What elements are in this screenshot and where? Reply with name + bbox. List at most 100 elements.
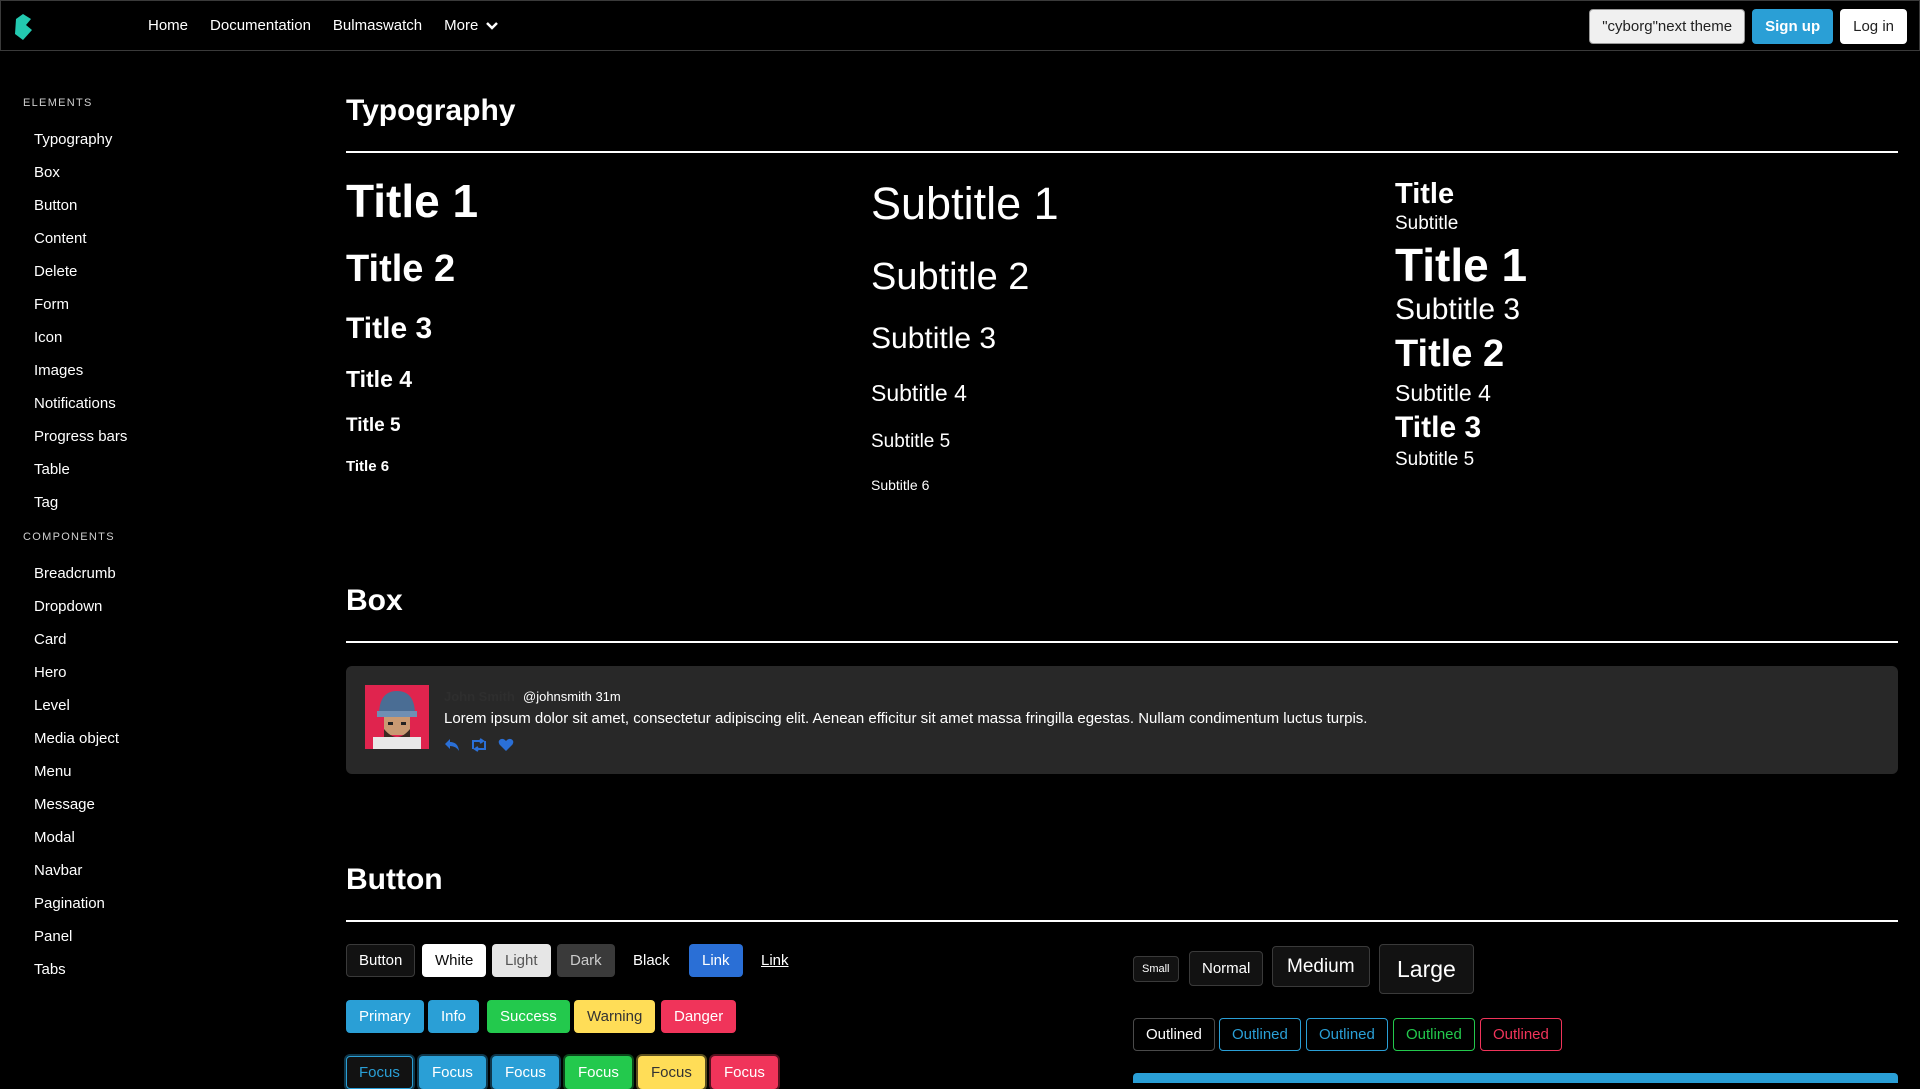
button-outlined-danger[interactable]: Outlined (1480, 1018, 1562, 1051)
section-title-box: Box (346, 584, 403, 617)
button-small[interactable]: Small (1133, 956, 1179, 982)
section-divider (346, 641, 1898, 643)
sidebar-item-notifications[interactable]: Notifications (34, 395, 116, 412)
subtitle-5: Subtitle 5 (871, 431, 951, 452)
nav-more-dropdown[interactable]: More (444, 17, 499, 34)
title-2: Title 2 (346, 248, 456, 290)
button-large[interactable]: Large (1379, 944, 1474, 994)
sidebar-item-modal[interactable]: Modal (34, 829, 75, 846)
button-focus-danger[interactable]: Focus (711, 1056, 778, 1089)
button-link-text[interactable]: Link (748, 944, 802, 977)
box-author-name[interactable]: John Smith (444, 689, 515, 704)
sidebar-item-card[interactable]: Card (34, 631, 67, 648)
nav-actions: "cyborg"next theme Sign up Log in (1589, 9, 1907, 44)
button-normal[interactable]: Normal (1189, 951, 1264, 986)
chevron-down-icon (486, 21, 499, 30)
sidebar-item-content[interactable]: Content (34, 230, 87, 247)
nav-link-documentation[interactable]: Documentation (210, 17, 311, 34)
sidebar-item-menu[interactable]: Menu (34, 763, 72, 780)
button-default[interactable]: Button (346, 944, 416, 977)
title-1: Title 1 (346, 175, 479, 227)
main-content: Typography Title 1 Title 2 Title 3 Title… (346, 51, 1898, 1089)
pair-subtitle-5: Subtitle 5 (1395, 449, 1475, 470)
button-light[interactable]: Light (492, 944, 551, 977)
button-focus-success[interactable]: Focus (565, 1056, 632, 1089)
subtitle-4: Subtitle 4 (871, 380, 967, 406)
button-info[interactable]: Info (428, 1000, 480, 1033)
menu-label-elements: ELEMENTS (23, 97, 93, 109)
next-theme-button[interactable]: "cyborg"next theme (1589, 9, 1746, 44)
nav-link-home[interactable]: Home (148, 17, 188, 34)
sidebar-item-media-object[interactable]: Media object (34, 730, 119, 747)
button-danger[interactable]: Danger (661, 1000, 737, 1033)
box-text: Lorem ipsum dolor sit amet, consectetur … (444, 710, 1368, 727)
sidebar-item-typography[interactable]: Typography (34, 131, 112, 148)
title-6: Title 6 (346, 458, 390, 475)
sidebar-item-breadcrumb[interactable]: Breadcrumb (34, 565, 116, 582)
button-black[interactable]: Black (620, 944, 683, 977)
button-success[interactable]: Success (487, 1000, 570, 1033)
avatar (365, 685, 429, 749)
sign-up-button[interactable]: Sign up (1752, 9, 1834, 44)
button-focus-warning[interactable]: Focus (638, 1056, 705, 1089)
button-outlined-primary[interactable]: Outlined (1219, 1018, 1301, 1051)
sidebar-item-box[interactable]: Box (34, 164, 60, 181)
nav-more-label: More (444, 17, 479, 34)
sidebar-item-hero[interactable]: Hero (34, 664, 67, 681)
sidebar-item-tag[interactable]: Tag (34, 494, 58, 511)
sidebar-item-tabs[interactable]: Tabs (34, 961, 66, 978)
menu-label-components: COMPONENTS (23, 531, 115, 543)
pair-title-1: Title 1 (1395, 239, 1528, 291)
sidebar-item-dropdown[interactable]: Dropdown (34, 598, 102, 615)
top-navbar: Home Documentation Bulmaswatch More "cyb… (0, 0, 1920, 51)
pair-title: Title (1395, 178, 1455, 210)
sidebar-item-form[interactable]: Form (34, 296, 69, 313)
sidebar-item-images[interactable]: Images (34, 362, 83, 379)
title-5: Title 5 (346, 415, 401, 436)
button-medium[interactable]: Medium (1272, 946, 1370, 987)
section-title-button: Button (346, 863, 443, 896)
button-outlined-info[interactable]: Outlined (1306, 1018, 1388, 1051)
pair-title-2: Title 2 (1395, 333, 1505, 375)
button-fullwidth[interactable] (1133, 1073, 1898, 1083)
button-primary[interactable]: Primary (346, 1000, 424, 1033)
section-divider (346, 920, 1898, 922)
heart-icon[interactable] (498, 738, 514, 752)
button-dark[interactable]: Dark (557, 944, 615, 977)
sidebar-item-pagination[interactable]: Pagination (34, 895, 105, 912)
button-outlined-default[interactable]: Outlined (1133, 1018, 1215, 1051)
button-focus-info[interactable]: Focus (492, 1056, 559, 1089)
sidebar-item-navbar[interactable]: Navbar (34, 862, 82, 879)
button-link-colored[interactable]: Link (689, 944, 743, 977)
sidebar-menu: ELEMENTS Typography Box Button Content D… (0, 51, 320, 1080)
button-warning[interactable]: Warning (574, 1000, 656, 1033)
subtitle-1: Subtitle 1 (871, 178, 1059, 229)
sidebar-item-panel[interactable]: Panel (34, 928, 72, 945)
nav-link-bulmaswatch[interactable]: Bulmaswatch (333, 17, 422, 34)
sidebar-item-button[interactable]: Button (34, 197, 77, 214)
pair-subtitle-4: Subtitle 4 (1395, 380, 1491, 406)
log-in-button[interactable]: Log in (1840, 9, 1907, 44)
bulma-logo-icon[interactable] (13, 14, 33, 40)
sidebar-item-delete[interactable]: Delete (34, 263, 77, 280)
sidebar-item-icon[interactable]: Icon (34, 329, 62, 346)
title-4: Title 4 (346, 366, 413, 392)
button-outlined-success[interactable]: Outlined (1393, 1018, 1475, 1051)
sidebar-item-progress-bars[interactable]: Progress bars (34, 428, 127, 445)
subtitle-3: Subtitle 3 (871, 322, 997, 355)
subtitle-6: Subtitle 6 (871, 477, 930, 493)
reply-icon[interactable] (444, 738, 460, 752)
subtitle-2: Subtitle 2 (871, 256, 1030, 298)
title-3: Title 3 (346, 312, 433, 345)
button-focus-primary[interactable]: Focus (419, 1056, 486, 1089)
section-divider (346, 151, 1898, 153)
retweet-icon[interactable] (470, 738, 488, 752)
sidebar-item-level[interactable]: Level (34, 697, 70, 714)
button-focus-default[interactable]: Focus (346, 1056, 413, 1089)
button-white[interactable]: White (422, 944, 487, 977)
media-box: John Smith @johnsmith 31m Lorem ipsum do… (346, 666, 1898, 774)
pair-subtitle-3: Subtitle 3 (1395, 293, 1521, 326)
pair-title-3: Title 3 (1395, 411, 1482, 444)
sidebar-item-table[interactable]: Table (34, 461, 70, 478)
sidebar-item-message[interactable]: Message (34, 796, 95, 813)
